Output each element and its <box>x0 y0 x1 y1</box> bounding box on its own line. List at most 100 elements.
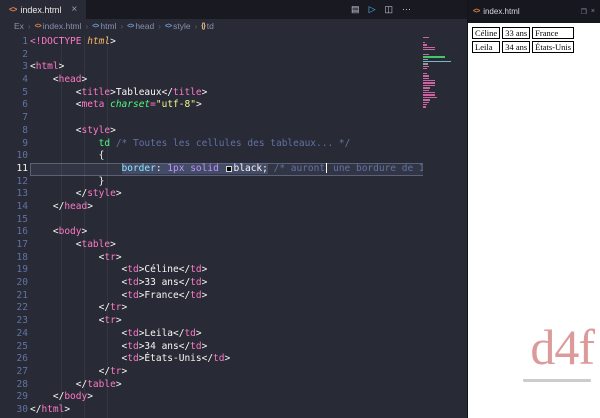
code-line-16[interactable]: <body> <box>30 226 453 239</box>
minimap-line <box>423 82 436 84</box>
html-file-icon: <> <box>9 5 17 14</box>
browser-preview-pane: <> index.html ❐ × Céline 33 ans France Leila… <box>467 0 600 418</box>
line-number-gutter: 1 2 3 4 5 6 7 8 9 10 11 12 13 14 15 16 17 18 19 20 21 22 23 24 2… <box>0 36 28 417</box>
code-line-14[interactable]: </head> <box>30 201 453 214</box>
code-line-15[interactable] <box>30 214 453 227</box>
code-line-5[interactable]: <title>Tableaux</title> <box>30 87 453 100</box>
code-token: table <box>87 378 116 390</box>
preview-header[interactable]: <> index.html ❐ × <box>468 0 600 23</box>
code-token: > <box>195 99 202 111</box>
code-token: >États-Unis</ <box>138 353 214 365</box>
code-token: > <box>115 315 122 327</box>
d4f-logo: d4f <box>530 319 595 375</box>
preview-title: index.html <box>483 7 520 16</box>
code-line-30[interactable]: </html> <box>30 404 453 417</box>
code-area[interactable]: <!DOCTYPE html> <html> <head> <title>Tabl… <box>30 36 453 418</box>
code-line-20[interactable]: <td>33 ans</td> <box>30 277 453 290</box>
code-line-13[interactable]: </style> <box>30 188 453 201</box>
breadcrumb-item-ex[interactable]: Ex <box>14 21 24 31</box>
minimap-line <box>423 41 426 44</box>
code-line-23[interactable]: <tr> <box>30 315 453 328</box>
code-token: td <box>127 353 139 365</box>
minimap[interactable] <box>423 36 453 418</box>
code-line-17[interactable]: <table> <box>30 239 453 252</box>
color-swatch[interactable] <box>225 165 232 172</box>
breadcrumb-item-style[interactable]: <> style <box>165 21 191 31</box>
minimap-line <box>423 44 427 46</box>
code-token: > <box>115 251 122 263</box>
code-line-29[interactable]: </body> <box>30 391 453 404</box>
window-close-icon[interactable]: × <box>591 8 595 16</box>
code-line-6[interactable]: <meta charset="utf-8"> <box>30 99 453 112</box>
line-number: 11 <box>16 162 28 174</box>
line-number: 15 <box>16 213 28 225</box>
line-number: 20 <box>16 277 28 289</box>
code-line-25[interactable]: <td>34 ans</td> <box>30 341 453 354</box>
code-token: : <box>155 162 168 174</box>
code-line-24[interactable]: <td>Leila</td> <box>30 328 453 341</box>
code-token: > <box>64 403 71 415</box>
tab-index-html[interactable]: <> index.html × <box>0 0 87 19</box>
code-token: >Céline</ <box>138 264 191 276</box>
breadcrumb-item-head[interactable]: <> head <box>127 21 154 31</box>
line-number: 19 <box>16 264 28 276</box>
minimap-line <box>423 96 437 99</box>
code-token: "utf-8" <box>155 99 196 111</box>
minimap-line <box>423 65 430 68</box>
code-line-7[interactable] <box>30 112 453 125</box>
breadcrumb-item-html[interactable]: <> html <box>92 21 116 31</box>
code-token: > <box>224 353 231 365</box>
code-token: border <box>121 162 156 174</box>
code-line-8[interactable]: <style> <box>30 125 453 138</box>
more-actions-icon[interactable]: ⋯ <box>402 4 411 15</box>
minimap-line <box>423 63 429 65</box>
code-token: td <box>127 264 139 276</box>
window-restore-icon[interactable]: ❐ <box>581 8 587 16</box>
code-editor[interactable]: 1 2 3 4 5 6 7 8 9 10 11 12 13 14 15 16 17 18 19 20 21 22 23 24 2… <box>0 33 467 418</box>
code-token: body <box>58 226 82 238</box>
line-number: 4 <box>22 74 28 86</box>
code-line-22[interactable]: </tr> <box>30 302 453 315</box>
code-line-18[interactable]: <tr> <box>30 252 453 265</box>
code-token: tr <box>110 365 122 377</box>
code-line-27[interactable]: </tr> <box>30 366 453 379</box>
code-token: >Leila</ <box>138 327 185 339</box>
code-line-28[interactable]: </table> <box>30 379 453 392</box>
minimap-line <box>423 91 435 94</box>
run-icon[interactable]: ▷ <box>369 4 376 15</box>
code-token: > <box>201 86 208 98</box>
breadcrumb-item-index-html[interactable]: <> index.html <box>35 21 82 31</box>
line-number: 2 <box>22 48 28 60</box>
minimap-line <box>423 48 435 51</box>
code-token: style <box>87 188 116 200</box>
line-number: 8 <box>22 124 28 136</box>
split-editor-icon[interactable]: ◫ <box>384 4 393 15</box>
code-token: < <box>30 315 105 327</box>
code-line-3[interactable]: <html> <box>30 61 453 74</box>
code-line-2[interactable] <box>30 49 453 62</box>
line-number: 9 <box>22 137 28 149</box>
editor-actions: ▤ ▷ ◫ ⋯ <box>351 0 467 19</box>
breadcrumb-item-td[interactable]: {} td <box>201 21 214 31</box>
line-number: 30 <box>16 403 28 415</box>
code-token <box>218 162 225 174</box>
layout-icon[interactable]: ▤ <box>351 4 360 15</box>
code-line-21[interactable]: <td>France</td> <box>30 290 453 303</box>
minimap-line <box>423 60 451 63</box>
line-number: 29 <box>16 391 28 403</box>
close-tab-icon[interactable]: × <box>71 4 77 15</box>
line-number: 5 <box>22 86 28 98</box>
code-line-19[interactable]: <td>Céline</td> <box>30 264 453 277</box>
code-line-11[interactable]: border: 1px solid black; /* auront une b… <box>30 162 453 176</box>
code-line-1[interactable]: <!DOCTYPE html> <box>30 36 453 49</box>
code-token: < <box>30 86 82 98</box>
code-line-12[interactable]: } <box>30 176 453 189</box>
code-line-4[interactable]: <head> <box>30 74 453 87</box>
code-line-10[interactable]: { <box>30 150 453 163</box>
code-line-26[interactable]: <td>États-Unis</td> <box>30 353 453 366</box>
code-line-9[interactable]: td /* Toutes les cellules des tableaux..… <box>30 138 453 151</box>
minimap-line <box>423 87 430 89</box>
table-cell: Leila <box>472 41 501 53</box>
code-token: td <box>184 327 196 339</box>
